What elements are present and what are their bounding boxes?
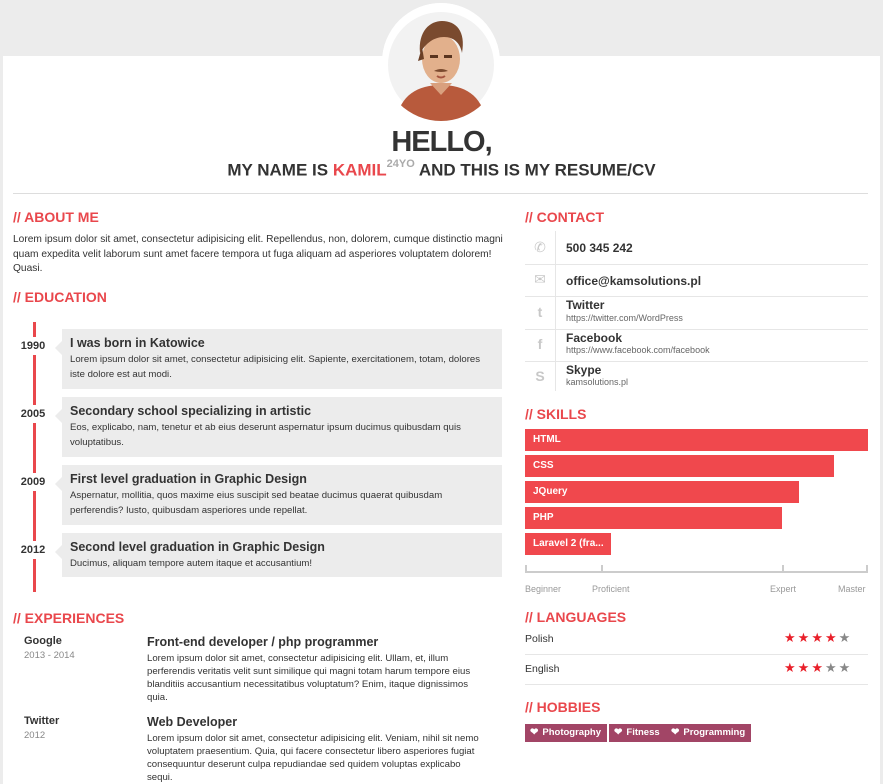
language-name: English	[525, 663, 560, 675]
language-rating: ★★★★★	[784, 630, 852, 646]
hobby-label: Programming	[683, 727, 746, 738]
timeline-item-title: I was born in Katowice	[70, 336, 205, 350]
avatar	[382, 3, 500, 121]
hello-heading: HELLO,	[391, 126, 492, 158]
timeline-item: First level graduation in Graphic Design…	[55, 465, 502, 525]
contact-item-email[interactable]: ✉ office@kamsolutions.pl	[525, 265, 868, 296]
timeline-year: 1990	[14, 337, 52, 355]
skills-scale-label: Beginner	[525, 584, 562, 594]
skills-scale-tick	[601, 565, 603, 573]
hobby-tag[interactable]: ❤ Programming	[666, 724, 752, 742]
skills-scale-tick	[782, 565, 784, 573]
intro-suffix: AND THIS IS MY RESUME/CV	[414, 160, 656, 180]
facebook-icon: f	[537, 336, 543, 352]
star-icon: ★	[811, 660, 825, 675]
name-highlight: KAMIL	[332, 160, 387, 180]
timeline-item-desc: Eos, explicabo, nam, tenetur et ab eius …	[70, 422, 461, 448]
contact-label: 500 345 242	[566, 241, 633, 255]
languages-title: // LANGUAGES	[525, 609, 627, 625]
about-title: // ABOUT ME	[13, 209, 99, 225]
language-name: Polish	[525, 633, 554, 645]
age-superscript: 24YO	[386, 158, 415, 170]
skill-bar: JQuery	[525, 481, 799, 503]
skills-title: // SKILLS	[525, 406, 587, 422]
skills-scale-tick	[866, 565, 868, 573]
avatar-portrait-icon	[382, 3, 500, 121]
contact-label: Facebook	[566, 331, 623, 345]
hobby-label: Fitness	[626, 727, 660, 738]
intro-prefix: MY NAME IS	[227, 160, 333, 180]
contact-item-skype[interactable]: S Skype kamsolutions.pl	[525, 362, 868, 392]
star-icon: ★	[824, 630, 839, 645]
timeline-item: I was born in Katowice Lorem ipsum dolor…	[55, 329, 502, 389]
skill-bar: Laravel 2 (fra...	[525, 533, 611, 555]
contact-url[interactable]: https://www.facebook.com/facebook	[566, 345, 710, 355]
heart-icon: ❤	[530, 727, 539, 738]
timeline-item-title: Second level graduation in Graphic Desig…	[70, 540, 325, 554]
language-divider	[525, 654, 868, 655]
experience-role: Web Developer	[147, 715, 238, 729]
skills-scale-label: Master	[838, 584, 866, 594]
timeline-year: 2012	[14, 541, 52, 559]
experience-dates: 2013 - 2014	[24, 650, 75, 661]
heart-icon: ❤	[671, 727, 680, 738]
phone-icon: ✆	[534, 239, 546, 255]
experiences-title: // EXPERIENCES	[13, 610, 125, 626]
star-icon: ★	[838, 630, 853, 645]
contact-label: office@kamsolutions.pl	[566, 274, 702, 288]
star-icon: ★	[811, 630, 825, 645]
experience-company: Google	[24, 635, 62, 647]
contact-item-phone[interactable]: ✆ 500 345 242	[525, 231, 868, 264]
skype-icon: S	[535, 368, 545, 384]
experience-dates: 2012	[24, 730, 46, 741]
timeline-item-title: Secondary school specializing in artisti…	[70, 404, 312, 418]
contact-item-facebook[interactable]: f Facebook https://www.facebook.com/face…	[525, 330, 868, 361]
skills-scale-line	[525, 571, 868, 573]
timeline-year: 2005	[14, 405, 52, 423]
contact-url[interactable]: https://twitter.com/WordPress	[566, 313, 683, 323]
experience-role: Front-end developer / php programmer	[147, 635, 379, 649]
hobby-tag[interactable]: ❤ Photography	[525, 724, 607, 742]
timeline-item: Secondary school specializing in artisti…	[55, 397, 502, 457]
timeline-item-desc: Aspernatur, mollitia, quos maxime eius s…	[70, 490, 443, 516]
envelope-icon: ✉	[534, 271, 546, 287]
heart-icon: ❤	[614, 727, 623, 738]
intro-heading: MY NAME IS KAMIL24YO AND THIS IS MY RESU…	[0, 158, 883, 181]
skills-scale-tick	[525, 565, 527, 573]
star-icon: ★	[797, 660, 812, 675]
star-icon: ★	[797, 630, 812, 645]
skill-bar: PHP	[525, 507, 782, 529]
star-icon: ★	[838, 660, 853, 675]
language-rating: ★★★★★	[784, 660, 852, 676]
skills-scale-label: Proficient	[592, 584, 630, 594]
language-divider	[525, 684, 868, 685]
twitter-icon: t	[537, 304, 543, 320]
contact-url: kamsolutions.pl	[566, 377, 629, 387]
timeline-item-desc: Ducimus, aliquam tempore autem itaque et…	[70, 558, 313, 569]
contact-label: Twitter	[566, 298, 605, 312]
star-icon: ★	[784, 630, 798, 645]
timeline-item: Second level graduation in Graphic Desig…	[55, 533, 502, 577]
timeline-year: 2009	[14, 473, 52, 491]
experience-desc: Lorem ipsum dolor sit amet, consectetur …	[147, 733, 479, 783]
header-divider	[13, 193, 868, 194]
star-icon: ★	[784, 660, 798, 675]
skill-bar: HTML	[525, 429, 868, 451]
hobbies-title: // HOBBIES	[525, 699, 601, 715]
contact-title: // CONTACT	[525, 209, 605, 225]
star-icon: ★	[824, 660, 839, 675]
contact-label: Skype	[566, 363, 602, 377]
experience-desc: Lorem ipsum dolor sit amet, consectetur …	[147, 653, 471, 703]
timeline-item-title: First level graduation in Graphic Design	[70, 472, 307, 486]
about-text: Lorem ipsum dolor sit amet, consectetur …	[13, 234, 503, 274]
skills-scale-label: Expert	[770, 584, 797, 594]
hobby-label: Photography	[542, 727, 601, 738]
contact-item-twitter[interactable]: t Twitter https://twitter.com/WordPress	[525, 297, 868, 329]
timeline-item-desc: Lorem ipsum dolor sit amet, consectetur …	[70, 354, 481, 380]
experience-company: Twitter	[24, 715, 60, 727]
skill-bar: CSS	[525, 455, 834, 477]
education-title: // EDUCATION	[13, 289, 107, 305]
hobby-tag[interactable]: ❤ Fitness	[609, 724, 666, 742]
